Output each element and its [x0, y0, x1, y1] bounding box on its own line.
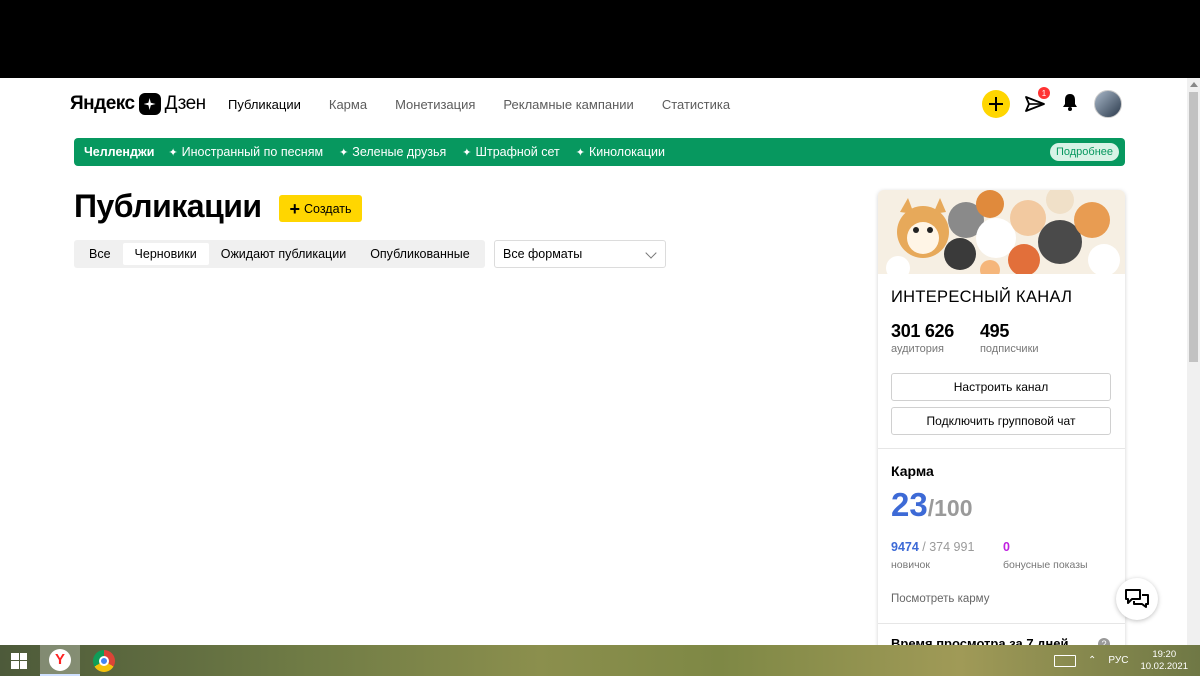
keyboard-icon[interactable] [1054, 654, 1077, 667]
channel-cover-image [878, 190, 1125, 274]
page-title: Публикации [74, 188, 262, 224]
create-button-label: Создать [304, 201, 352, 216]
karma-progress: 9474 / 374 991 [891, 540, 974, 554]
taskbar-chrome[interactable] [84, 645, 124, 676]
yandex-browser-icon: Y [49, 648, 71, 671]
black-top-area [0, 0, 1200, 78]
channel-stats: 301 626 аудитория 495 подписчики [891, 321, 1039, 355]
format-select[interactable]: Все форматы [494, 240, 666, 268]
view-time-title: Время просмотра за 7 дней [891, 636, 1069, 645]
dzen-logo-icon [138, 93, 161, 115]
see-karma-link[interactable]: Посмотреть карму [891, 593, 989, 605]
create-button[interactable]: + Создать [279, 195, 362, 222]
karma-progress-total: / 374 991 [918, 540, 975, 554]
nav-ad-campaigns[interactable]: Рекламные кампании [503, 97, 633, 112]
audience-stat: 301 626 аудитория [891, 321, 954, 355]
challenge-chip[interactable]: ✦ Иностранный по песням [168, 145, 323, 159]
card-divider [878, 448, 1125, 449]
challenge-chip[interactable]: ✦ Зеленые друзья [339, 145, 446, 159]
karma-value: 23 [891, 486, 928, 523]
subscribers-stat: 495 подписчики [980, 321, 1039, 355]
header-actions: 1 [982, 87, 1122, 118]
nav-statistics[interactable]: Статистика [662, 97, 730, 112]
challenges-title: Челленджи [84, 145, 155, 159]
setup-channel-button[interactable]: Настроить канал [891, 373, 1111, 401]
challenges-more-button[interactable]: Подробнее [1049, 143, 1119, 161]
logo-brand: Яндекс [70, 93, 135, 114]
plus-icon: + [289, 198, 300, 219]
karma-max: /100 [927, 495, 973, 521]
top-navigation: Публикации Карма Монетизация Рекламные к… [228, 97, 730, 112]
chat-bubbles-icon [1125, 589, 1149, 608]
page-scrollbar[interactable] [1187, 78, 1200, 645]
chrome-icon [93, 649, 115, 672]
karma-score: 23/100 [891, 486, 972, 524]
tab-drafts[interactable]: Черновики [122, 243, 209, 265]
subscribers-value: 495 [979, 321, 1010, 341]
logo-product: Дзен [164, 93, 207, 114]
challenge-chip[interactable]: ✦ Штрафной сет [462, 145, 559, 159]
start-button[interactable] [0, 645, 38, 676]
chat-support-button[interactable] [1116, 578, 1158, 620]
format-select-value: Все форматы [503, 247, 583, 261]
bonus-views-value: 0 [1003, 540, 1010, 554]
messages-badge: 1 [1038, 87, 1050, 99]
nav-monetization[interactable]: Монетизация [395, 97, 475, 112]
windows-taskbar: Y ⌃ РУС 19:20 10.02.2021 [0, 645, 1200, 676]
sparkle-icon: ✦ [339, 146, 349, 159]
taskbar-yandex-browser[interactable]: Y [40, 645, 80, 676]
challenge-chip[interactable]: ✦ Кинолокации [576, 145, 665, 159]
scroll-up-icon[interactable] [1190, 82, 1198, 87]
sparkle-icon: ✦ [168, 146, 178, 159]
challenge-label: Зеленые друзья [352, 145, 447, 159]
karma-title: Карма [891, 463, 934, 479]
system-tray: ⌃ РУС 19:20 10.02.2021 [1054, 645, 1200, 676]
connect-group-chat-button[interactable]: Подключить групповой чат [891, 407, 1111, 435]
channel-card: ИНТЕРЕСНЫЙ КАНАЛ 301 626 аудитория 495 п… [878, 190, 1125, 645]
tab-all[interactable]: Все [77, 243, 123, 265]
karma-level-label: новичок [891, 559, 930, 571]
audience-label: аудитория [891, 343, 944, 355]
add-publication-button[interactable] [982, 90, 1010, 118]
tab-pending[interactable]: Ожидают публикации [209, 243, 358, 265]
challenge-label: Кинолокации [588, 145, 665, 159]
audience-value: 301 626 [891, 321, 954, 341]
nav-publications[interactable]: Публикации [228, 97, 301, 112]
challenges-banner: Челленджи ✦ Иностранный по песням ✦ Зелены… [74, 138, 1125, 166]
question-icon[interactable]: ? [1098, 638, 1110, 645]
dzen-studio-page: Яндекс Дзен Публикации Карма Монетизация… [0, 78, 1200, 645]
windows-logo-icon [11, 652, 27, 669]
input-language[interactable]: РУС [1108, 655, 1128, 666]
tab-published[interactable]: Опубликованные [358, 243, 482, 265]
messages-button[interactable]: 1 [1024, 87, 1050, 115]
channel-name: ИНТЕРЕСНЫЙ КАНАЛ [891, 288, 1073, 306]
clock-date: 10.02.2021 [1140, 660, 1188, 672]
karma-progress-value: 9474 [891, 540, 919, 554]
sparkle-icon: ✦ [575, 146, 585, 159]
cats-illustration [878, 190, 1125, 274]
scrollbar-thumb[interactable] [1189, 92, 1198, 362]
tray-expand-icon[interactable]: ⌃ [1088, 655, 1096, 666]
clock[interactable]: 19:20 10.02.2021 [1140, 649, 1188, 673]
nav-karma[interactable]: Карма [329, 97, 367, 112]
clock-time: 19:20 [1152, 648, 1177, 660]
plus-icon [989, 97, 1003, 111]
user-avatar[interactable] [1094, 90, 1122, 118]
publication-status-tabs: Все Черновики Ожидают публикации Опублик… [74, 240, 485, 268]
sparkle-icon: ✦ [462, 146, 472, 159]
chevron-down-icon [645, 247, 657, 259]
challenge-label: Иностранный по песням [181, 145, 324, 159]
yandex-dzen-logo[interactable]: Яндекс Дзен [70, 93, 206, 115]
challenge-label: Штрафной сет [475, 145, 560, 159]
subscribers-label: подписчики [979, 343, 1039, 355]
bell-icon [1063, 93, 1077, 111]
card-divider [878, 623, 1125, 624]
notifications-button[interactable] [1060, 92, 1080, 117]
bonus-views-label: бонусные показы [1003, 559, 1088, 571]
